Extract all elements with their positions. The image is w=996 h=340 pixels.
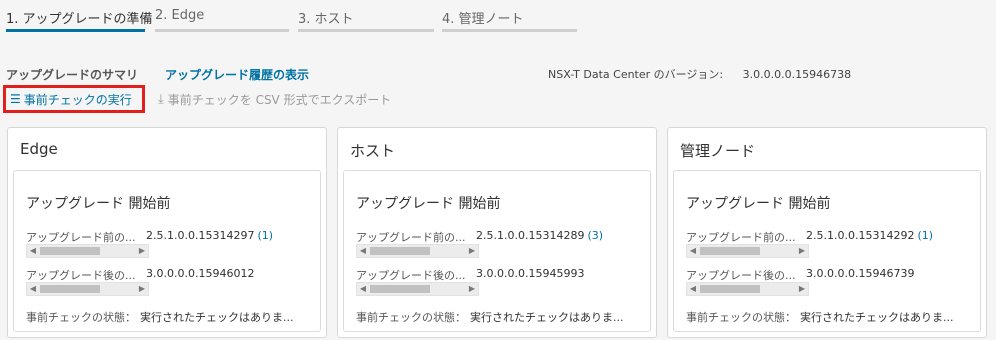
card-title: ホスト [350, 142, 396, 160]
checklist-icon: ☰ [10, 92, 21, 106]
pre-upgrade-version: 2.5.1.0.0.15314289 (3) [476, 229, 603, 242]
pre-upgrade-count-link[interactable]: (3) [587, 229, 603, 242]
pre-upgrade-count-link[interactable]: (1) [257, 229, 273, 242]
scroll-left-icon[interactable]: ◀ [28, 245, 38, 257]
scroll-right-icon[interactable]: ▶ [467, 283, 477, 295]
pre-upgrade-version-value: 2.5.1.0.0.15314292 [806, 229, 915, 242]
scrollbar-thumb[interactable] [40, 247, 100, 255]
horizontal-scrollbar[interactable]: ◀ ▶ [686, 282, 809, 296]
step-edge[interactable]: 2. Edge [155, 0, 289, 32]
card-title: 管理ノード [680, 142, 756, 160]
upgrade-status: アップグレード 開始前 [686, 196, 831, 212]
precheck-status-label: 事前チェックの状態： [26, 311, 136, 324]
precheck-status-value: 実行されたチェックはありま... [140, 311, 294, 324]
edge-card: Edge アップグレード 開始前 アップグレード前の... 2.5.1.0.0.… [7, 127, 327, 338]
download-icon: ⤓ [158, 92, 164, 107]
scroll-left-icon[interactable]: ◀ [688, 245, 698, 257]
scroll-right-icon[interactable]: ▶ [797, 283, 807, 295]
horizontal-scrollbar[interactable]: ◀ ▶ [686, 244, 809, 258]
version-value: 3.0.0.0.0.15946738 [742, 68, 852, 81]
pre-upgrade-version-label: アップグレード前の... [26, 231, 136, 244]
scroll-right-icon[interactable]: ▶ [797, 245, 807, 257]
horizontal-scrollbar[interactable]: ◀ ▶ [26, 282, 149, 296]
scroll-left-icon[interactable]: ◀ [688, 283, 698, 295]
horizontal-scrollbar[interactable]: ◀ ▶ [356, 244, 479, 258]
summary-title: アップグレードのサマリ [6, 68, 139, 82]
version-label: NSX-T Data Center のバージョン: [548, 68, 724, 81]
scroll-left-icon[interactable]: ◀ [358, 245, 368, 257]
precheck-status-label: 事前チェックの状態： [356, 311, 466, 324]
scroll-right-icon[interactable]: ▶ [137, 245, 147, 257]
precheck-status-value: 実行されたチェックはありま... [800, 311, 954, 324]
horizontal-scrollbar[interactable]: ◀ ▶ [356, 282, 479, 296]
step-management-nodes[interactable]: 4. 管理ノート [442, 0, 577, 32]
pre-upgrade-version-label: アップグレード前の... [356, 231, 466, 244]
upgrade-status: アップグレード 開始前 [26, 196, 171, 212]
host-card: ホスト アップグレード 開始前 アップグレード前の... 2.5.1.0.0.1… [337, 127, 657, 338]
post-upgrade-version-value: 3.0.0.0.0.15945993 [476, 267, 585, 280]
step-hosts[interactable]: 3. ホスト [298, 0, 434, 32]
card-body: アップグレード 開始前 アップグレード前の... 2.5.1.0.0.15314… [673, 170, 981, 332]
card-title: Edge [20, 140, 58, 158]
scrollbar-thumb[interactable] [700, 247, 760, 255]
pre-upgrade-version-value: 2.5.1.0.0.15314297 [146, 229, 255, 242]
export-csv-label: 事前チェックを CSV 形式でエクスポート [167, 93, 392, 107]
scroll-right-icon[interactable]: ▶ [137, 283, 147, 295]
step-prepare[interactable]: 1. アップグレードの準備 [6, 0, 153, 32]
pre-upgrade-count-link[interactable]: (1) [917, 229, 933, 242]
scroll-right-icon[interactable]: ▶ [467, 245, 477, 257]
pre-upgrade-version: 2.5.1.0.0.15314297 (1) [146, 229, 273, 242]
run-precheck-label: 事前チェックの実行 [23, 92, 132, 107]
card-body: アップグレード 開始前 アップグレード前の... 2.5.1.0.0.15314… [343, 170, 651, 332]
pre-upgrade-version-value: 2.5.1.0.0.15314289 [476, 229, 585, 242]
post-upgrade-version-value: 3.0.0.0.0.15946012 [146, 267, 255, 280]
upgrade-history-link[interactable]: アップグレード履歴の表示 [165, 66, 309, 83]
run-precheck-button[interactable]: ☰ 事前チェックの実行 [3, 85, 145, 113]
export-csv-button[interactable]: ⤓ 事前チェックを CSV 形式でエクスポート [158, 91, 391, 108]
version-info: NSX-T Data Center のバージョン: 3.0.0.0.0.1594… [548, 66, 851, 82]
precheck-status-value: 実行されたチェックはありま... [470, 311, 624, 324]
scrollbar-thumb[interactable] [370, 285, 430, 293]
card-body: アップグレード 開始前 アップグレード前の... 2.5.1.0.0.15314… [13, 170, 321, 332]
scrollbar-thumb[interactable] [40, 285, 100, 293]
post-upgrade-version-label: アップグレード後の... [356, 269, 466, 282]
precheck-status: 事前チェックの状態： 実行されたチェックはありま... [356, 309, 624, 325]
pre-upgrade-version-label: アップグレード前の... [686, 231, 796, 244]
scrollbar-thumb[interactable] [370, 247, 430, 255]
horizontal-scrollbar[interactable]: ◀ ▶ [26, 244, 149, 258]
post-upgrade-version-value: 3.0.0.0.0.15946739 [806, 267, 915, 280]
scroll-left-icon[interactable]: ◀ [358, 283, 368, 295]
upgrade-status: アップグレード 開始前 [356, 196, 501, 212]
post-upgrade-version-label: アップグレード後の... [686, 269, 796, 282]
precheck-status: 事前チェックの状態： 実行されたチェックはありま... [26, 309, 294, 325]
precheck-status: 事前チェックの状態： 実行されたチェックはありま... [686, 309, 954, 325]
scroll-left-icon[interactable]: ◀ [28, 283, 38, 295]
post-upgrade-version-label: アップグレード後の... [26, 269, 136, 282]
pre-upgrade-version: 2.5.1.0.0.15314292 (1) [806, 229, 933, 242]
management-node-card: 管理ノード アップグレード 開始前 アップグレード前の... 2.5.1.0.0… [667, 127, 987, 338]
precheck-status-label: 事前チェックの状態： [686, 311, 796, 324]
scrollbar-thumb[interactable] [700, 285, 760, 293]
